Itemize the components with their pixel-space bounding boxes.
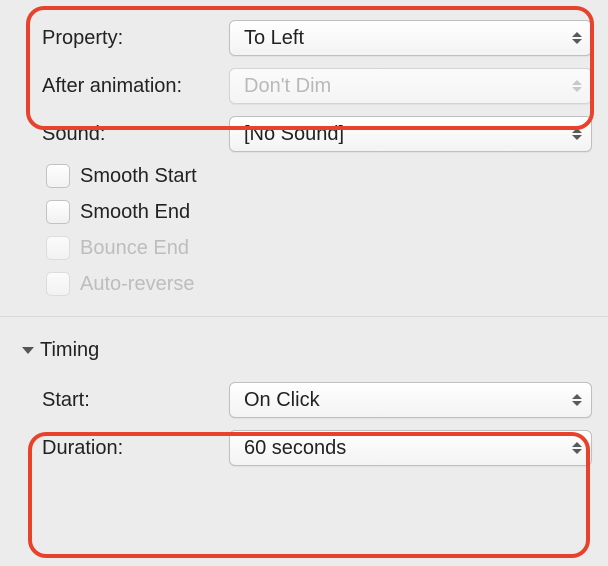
- updown-arrows-icon: [571, 69, 583, 103]
- timing-section-header[interactable]: Timing: [0, 316, 608, 376]
- duration-label: Duration:: [42, 437, 217, 460]
- start-dropdown[interactable]: On Click: [229, 382, 592, 418]
- bounce-end-checkbox: [46, 236, 70, 260]
- smooth-start-label: Smooth Start: [80, 165, 197, 188]
- start-label: Start:: [42, 389, 217, 412]
- effect-options-panel: Property: To Left After animation: Don't…: [0, 0, 608, 472]
- auto-reverse-label: Auto-reverse: [80, 273, 195, 296]
- updown-arrows-icon: [571, 431, 583, 465]
- auto-reverse-checkbox: [46, 272, 70, 296]
- smooth-end-row: Smooth End: [0, 194, 608, 230]
- smooth-start-row: Smooth Start: [0, 158, 608, 194]
- duration-dropdown[interactable]: 60 seconds: [229, 430, 592, 466]
- timing-section-title: Timing: [40, 339, 99, 362]
- property-dropdown-value: To Left: [244, 27, 304, 50]
- bounce-end-row: Bounce End: [0, 230, 608, 266]
- start-dropdown-value: On Click: [244, 389, 320, 412]
- chevron-down-icon: [22, 347, 34, 354]
- start-row: Start: On Click: [0, 376, 608, 424]
- bounce-end-label: Bounce End: [80, 237, 189, 260]
- property-label: Property:: [42, 27, 217, 50]
- sound-row: Sound: [No Sound]: [0, 110, 608, 158]
- updown-arrows-icon: [571, 383, 583, 417]
- sound-dropdown[interactable]: [No Sound]: [229, 116, 592, 152]
- property-dropdown[interactable]: To Left: [229, 20, 592, 56]
- after-animation-dropdown-value: Don't Dim: [244, 75, 331, 98]
- property-row: Property: To Left: [0, 14, 608, 62]
- after-animation-row: After animation: Don't Dim: [0, 62, 608, 110]
- updown-arrows-icon: [571, 21, 583, 55]
- after-animation-label: After animation:: [42, 75, 217, 98]
- duration-dropdown-value: 60 seconds: [244, 437, 346, 460]
- sound-dropdown-value: [No Sound]: [244, 123, 344, 146]
- smooth-end-checkbox[interactable]: [46, 200, 70, 224]
- smooth-start-checkbox[interactable]: [46, 164, 70, 188]
- after-animation-dropdown: Don't Dim: [229, 68, 592, 104]
- updown-arrows-icon: [571, 117, 583, 151]
- smooth-end-label: Smooth End: [80, 201, 190, 224]
- duration-row: Duration: 60 seconds: [0, 424, 608, 472]
- sound-label: Sound:: [42, 123, 217, 146]
- auto-reverse-row: Auto-reverse: [0, 266, 608, 302]
